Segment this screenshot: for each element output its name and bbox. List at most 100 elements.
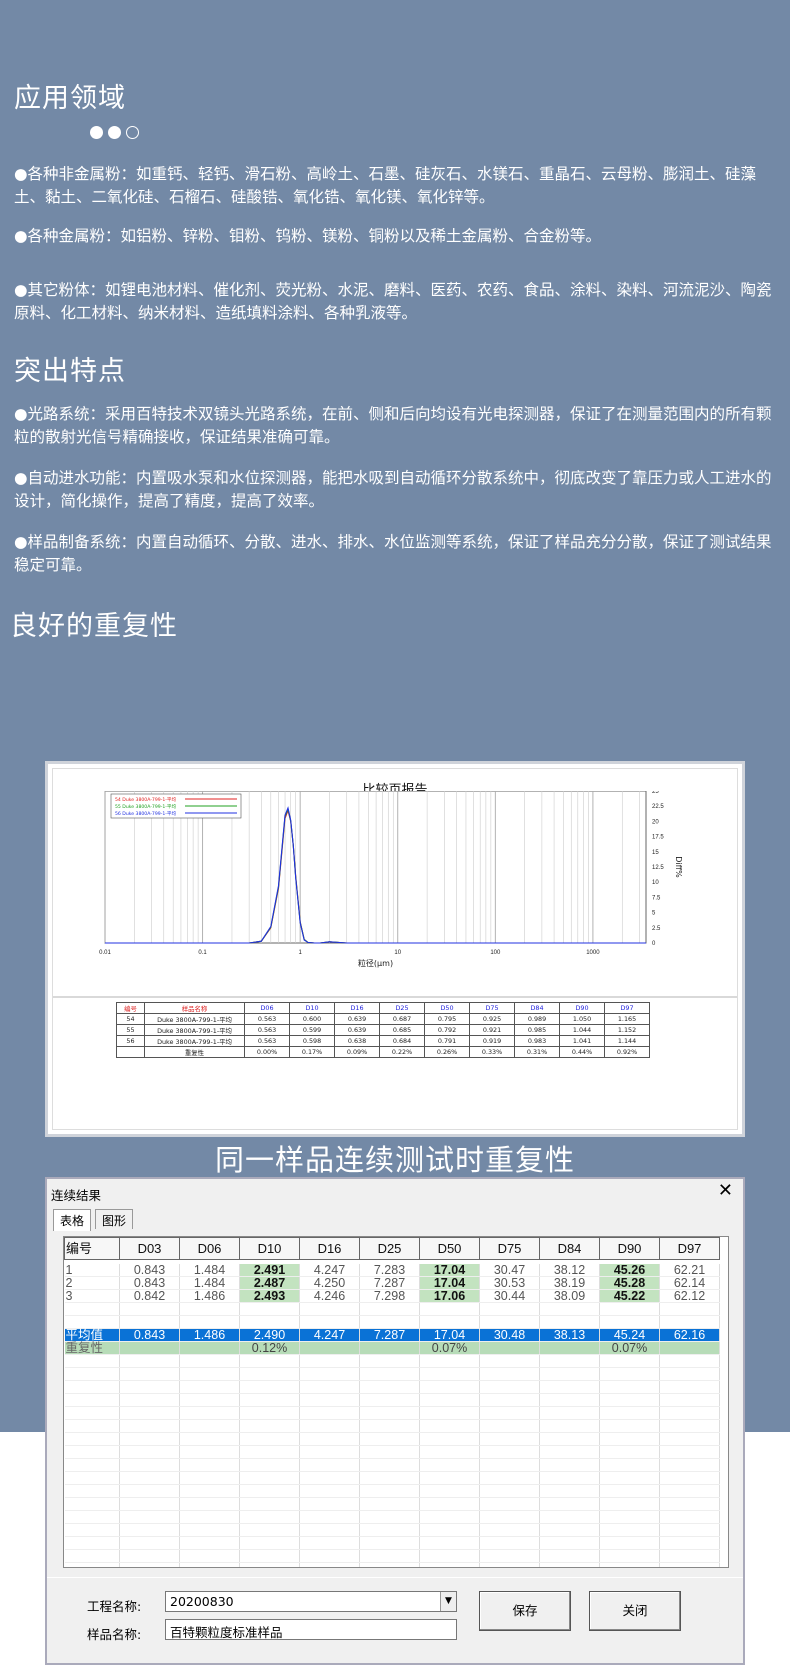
grid-cell: 0.07% (419, 1341, 480, 1355)
x-tick-label: 10 (394, 950, 401, 956)
chevron-down-icon[interactable]: ▼ (440, 1592, 456, 1611)
window-title: 连续结果 (51, 1188, 102, 1203)
report-cell: 54 (116, 1013, 145, 1025)
report-cell: 0.983 (514, 1035, 560, 1047)
project-select[interactable]: 20200830 ▼ (165, 1591, 457, 1612)
y-tick-label: 10 (652, 880, 659, 886)
grid-cell: 1.486 (179, 1289, 240, 1303)
grid-cell: 38.13 (539, 1328, 600, 1342)
grid-cell: D50 (419, 1237, 480, 1260)
grid-cell: 2.490 (239, 1328, 300, 1342)
y-tick-label: 15 (652, 850, 659, 856)
report-cell: 0.26% (424, 1046, 470, 1058)
report-cell: 0.00% (244, 1046, 290, 1058)
grid-cell: 62.16 (659, 1328, 720, 1342)
report-header-cell: D06 (244, 1002, 290, 1014)
grid-row: 2 0.843 1.484 2.487 4.250 7.287 17.04 30.53 38.1… (64, 1276, 720, 1290)
report-cell: 1.144 (604, 1035, 650, 1047)
y-tick-label: 0 (652, 941, 656, 947)
close-button[interactable]: 关闭 (589, 1591, 681, 1631)
report-cell: 0.33% (469, 1046, 515, 1058)
grid-cell: 62.14 (659, 1276, 720, 1290)
report-cell: 0.638 (334, 1035, 380, 1047)
repeatability-row: 重复性 0.12% 0.07% 0.07% (64, 1341, 720, 1355)
grid-cell: 45.22 (599, 1289, 660, 1303)
report-cell: 0.791 (424, 1035, 470, 1047)
project-value: 20200830 (170, 1594, 234, 1609)
grid-cell: 30.47 (479, 1263, 540, 1277)
grid-cell: 7.287 (359, 1276, 420, 1290)
x-tick-label: 100 (490, 950, 501, 956)
report-cell (116, 1046, 145, 1058)
applications-metal: ●各种金属粉：如铝粉、锌粉、钼粉、钨粉、镁粉、铜粉以及稀土金属粉、合金粉等。 (14, 227, 602, 245)
report-cell: 0.22% (379, 1046, 425, 1058)
report-header-cell: D90 (559, 1002, 605, 1014)
slide-indicator (90, 126, 139, 139)
grid-cell: 4.247 (299, 1328, 360, 1342)
grid-cell: 7.283 (359, 1263, 420, 1277)
report-cell: 1.041 (559, 1035, 605, 1047)
grid-cell: 2.487 (239, 1276, 300, 1290)
features-water: ●自动进水功能：内置吸水泵和水位探测器，能把水吸到自动循环分散系统中，彻底改变了… (14, 469, 772, 510)
grid-cell: 62.21 (659, 1263, 720, 1277)
features-optics: ●光路系统：采用百特技术双镜头光路系统，在前、侧和后向均设有光电探测器，保证了在… (14, 405, 772, 446)
grid-cell (299, 1341, 360, 1355)
report-cell: 0.795 (424, 1013, 470, 1025)
features-sample: ●样品制备系统：内置自动循环、分散、进水、排水、水位监测等系统，保证了样品充分分… (14, 533, 772, 574)
report-cell: 55 (116, 1024, 145, 1036)
grid-row: 1 0.843 1.484 2.491 4.247 7.283 17.04 30.47 38.1… (64, 1263, 720, 1277)
report-cell: 0.925 (469, 1013, 515, 1025)
report-cell: 0.599 (289, 1024, 335, 1036)
grid-cell: 0.07% (599, 1341, 660, 1355)
report-header-cell: 编号 (116, 1002, 145, 1014)
grid-cell: 38.09 (539, 1289, 600, 1303)
grid-cell: 0.12% (239, 1341, 300, 1355)
tab-table[interactable]: 表格 (53, 1209, 92, 1231)
close-icon[interactable]: ✕ (718, 1180, 733, 1201)
grid-cell: 0.843 (119, 1263, 180, 1277)
report-cell: 0.792 (424, 1024, 470, 1036)
grid-cell: D06 (179, 1237, 240, 1260)
grid-cell: 30.44 (479, 1289, 540, 1303)
grid-cell (119, 1341, 180, 1355)
grid-cell (179, 1341, 240, 1355)
grid-cell: 2.491 (239, 1263, 300, 1277)
sample-input[interactable]: 百特颗粒度标准样品 (165, 1619, 457, 1640)
grid-cell: 17.06 (419, 1289, 480, 1303)
dot-filled-icon (90, 126, 103, 139)
grid-header-row: 编号 D03 D06 D10 D16 D25 D50 D75 D84 D90 D97 (64, 1237, 720, 1260)
report-row: 56 Duke 3800A-799-1-平均 0.563 0.598 0.638 0.68… (116, 1035, 650, 1047)
report-cell: 0.09% (334, 1046, 380, 1058)
report-header-cell: D16 (334, 1002, 380, 1014)
x-tick-label: 0.1 (198, 950, 207, 956)
grid-row: 3 0.842 1.486 2.493 4.246 7.298 17.06 30.44 38.0… (64, 1289, 720, 1303)
report-divider (53, 996, 737, 998)
report-cell: 0.44% (559, 1046, 605, 1058)
report-cell: 1.044 (559, 1024, 605, 1036)
save-button[interactable]: 保存 (479, 1591, 571, 1631)
y-tick-label: 20 (652, 819, 659, 825)
report-cell: 0.921 (469, 1024, 515, 1036)
grid-cell: D25 (359, 1237, 420, 1260)
report-header-cell: D50 (424, 1002, 470, 1014)
distribution-chart: 0.01 0.1 1 10 100 1000 0 2.5 5 7.5 10 12.5 15 17.5 20 2… (99, 791, 683, 968)
tab-graph[interactable]: 图形 (95, 1209, 134, 1229)
x-tick-label: 1000 (586, 950, 600, 956)
grid-cell: 38.19 (539, 1276, 600, 1290)
report-cell: 0.563 (244, 1035, 290, 1047)
sample-label: 样品名称: (87, 1627, 142, 1642)
report-row: 54 Duke 3800A-799-1-平均 0.563 0.600 0.639 0.68… (116, 1013, 650, 1025)
report-header-cell: D75 (469, 1002, 515, 1014)
grid-cell: 1.486 (179, 1328, 240, 1342)
report-header-cell: D84 (514, 1002, 560, 1014)
report-cell: 1.050 (559, 1013, 605, 1025)
y-tick-label: 7.5 (652, 895, 661, 901)
y-tick-label: 22.5 (652, 804, 664, 810)
dot-filled-icon (108, 126, 121, 139)
x-tick-label: 0.01 (99, 950, 111, 956)
y-tick-label: 5 (652, 911, 656, 917)
grid-cell: 2.493 (239, 1289, 300, 1303)
report-cell: 0.563 (244, 1024, 290, 1036)
grid-cell: 7.287 (359, 1328, 420, 1342)
y-tick-label: 12.5 (652, 865, 664, 871)
